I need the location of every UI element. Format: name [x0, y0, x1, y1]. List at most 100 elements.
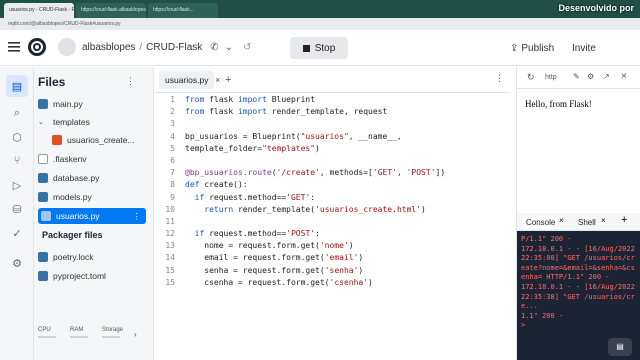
line-number: 1: [170, 95, 175, 104]
tab-console[interactable]: Console: [523, 216, 559, 229]
username-link[interactable]: albasblopes: [82, 42, 135, 53]
file-label: models.py: [53, 192, 92, 202]
menu-icon[interactable]: [8, 41, 20, 53]
close-icon[interactable]: ×: [621, 71, 627, 82]
refresh-icon[interactable]: ↻: [527, 72, 535, 83]
packager-files-title: Packager files: [42, 230, 103, 240]
avatar[interactable]: [58, 38, 76, 56]
file-label: main.py: [53, 99, 83, 109]
close-icon[interactable]: ×: [601, 216, 606, 225]
add-tab-icon[interactable]: +: [621, 214, 627, 226]
chevron-right-icon[interactable]: ›: [134, 330, 137, 339]
code-line[interactable]: 13 nome = request.form.get('nome'): [155, 240, 511, 252]
project-breadcrumb: albasblopes / CRUD-Flask ✆ ⌄ ↺: [82, 42, 251, 53]
invite-button[interactable]: Invite: [572, 37, 596, 59]
code-line[interactable]: 11: [155, 216, 511, 228]
webview-url[interactable]: http: [545, 74, 557, 81]
file-item-poetry-lock[interactable]: poetry.lock: [38, 249, 146, 265]
line-number: 7: [170, 168, 175, 178]
code-line[interactable]: 2 from flask import render_template, requ…: [155, 106, 511, 118]
file-item-usuarios[interactable]: usuarios.py ⋮: [38, 208, 146, 224]
code-line[interactable]: 3: [155, 118, 511, 130]
code-line[interactable]: 5 template_folder="templates"): [155, 143, 511, 155]
close-icon[interactable]: ×: [215, 71, 220, 89]
code-line[interactable]: 1 from flask import Blueprint: [155, 94, 511, 106]
python-icon: [38, 252, 48, 262]
cpu-label: CPU: [38, 327, 51, 333]
add-tab-icon[interactable]: +: [225, 71, 231, 89]
folder-label: templates: [53, 117, 90, 127]
line-number: 3: [170, 119, 175, 129]
edit-icon[interactable]: ✎: [573, 72, 580, 81]
more-options-icon[interactable]: ⋮: [126, 76, 135, 87]
publish-button[interactable]: ⇪ Publish: [510, 37, 554, 59]
search-icon[interactable]: ⌕: [9, 105, 25, 121]
code-editor[interactable]: usuarios.py × + ⋮ 1 from flask import Blu…: [155, 67, 511, 360]
devtools-icon[interactable]: ⚙: [587, 72, 594, 81]
ram-bar: [70, 336, 88, 338]
html-icon: [52, 135, 62, 145]
python-icon: [38, 271, 48, 281]
top-bar: albasblopes / CRUD-Flask ✆ ⌄ ↺ Stop ⇪ Pu…: [0, 30, 640, 66]
history-icon[interactable]: ↺: [243, 42, 251, 53]
python-icon: [38, 99, 48, 109]
tab-shell[interactable]: Shell: [575, 216, 599, 229]
ram-label: RAM: [70, 327, 84, 333]
more-options-icon[interactable]: ⋮: [495, 73, 504, 84]
line-number: 11: [165, 216, 175, 226]
code-line[interactable]: 6: [155, 155, 511, 167]
file-label: usuarios_create...: [67, 135, 135, 145]
folder-item-templates[interactable]: ⌄ templates: [38, 114, 146, 130]
code-line[interactable]: 15 senha = request.form.get('senha'): [155, 265, 511, 277]
browser-tab-bar: usuarios.py - CRUD-Flask - Replit https:…: [0, 0, 640, 18]
code-line[interactable]: 15 csenha = request.form.get('csenha'): [155, 277, 511, 289]
chat-icon[interactable]: ▤: [608, 338, 632, 356]
python-icon: [38, 192, 48, 202]
browser-tab[interactable]: https://crud-flask...: [148, 3, 218, 18]
cpu-bar: [38, 336, 56, 338]
file-item-database[interactable]: database.py: [38, 170, 146, 186]
code-line[interactable]: 9 if request.method=='GET':: [155, 192, 511, 204]
editor-tab[interactable]: usuarios.py: [159, 71, 215, 89]
packages-icon[interactable]: ⬡: [9, 129, 25, 145]
console-output[interactable]: P/1.1" 200 - 172.18.0.1 - - [16/Aug/2022…: [521, 235, 637, 331]
code-line[interactable]: 10 return render_template('usuarios_crea…: [155, 204, 511, 216]
browser-tab[interactable]: https://crud-flask.albasblopes...: [76, 3, 146, 18]
files-icon[interactable]: ▤: [6, 75, 28, 97]
close-icon[interactable]: ×: [559, 216, 564, 225]
replit-logo-icon[interactable]: [28, 38, 46, 56]
python-icon: [41, 211, 51, 221]
code-text: if request.method=='GET':: [194, 192, 316, 202]
file-item-pyproject[interactable]: pyproject.toml: [38, 268, 146, 284]
file-item-flaskenv[interactable]: .flaskenv: [38, 151, 146, 167]
file-item-models[interactable]: models.py: [38, 189, 146, 205]
code-line[interactable]: 7 @bp_usuarios.route('/create', methods=[…: [155, 167, 511, 179]
settings-icon[interactable]: ⚙: [9, 255, 25, 271]
code-lines[interactable]: 1 from flask import Blueprint 2 from flask …: [155, 94, 511, 289]
code-text: if request.method=='POST':: [194, 229, 320, 239]
database-icon[interactable]: ⛁: [9, 201, 25, 217]
git-icon[interactable]: ⑂: [9, 153, 25, 169]
phone-icon[interactable]: ✆: [210, 42, 218, 53]
file-label: database.py: [53, 173, 100, 183]
address-bar[interactable]: replit.com/@albasblopes/CRUD-Flask#usuar…: [0, 18, 640, 30]
file-icon: [38, 154, 48, 164]
code-line[interactable]: 14 email = request.form.get('email'): [155, 252, 511, 264]
file-item-main[interactable]: main.py: [38, 96, 146, 112]
browser-tab[interactable]: usuarios.py - CRUD-Flask - Replit: [4, 3, 74, 18]
code-line[interactable]: 8 def create():: [155, 179, 511, 191]
code-line[interactable]: 4 bp_usuarios = Blueprint("usuarios", __n…: [155, 131, 511, 143]
project-name[interactable]: CRUD-Flask: [146, 42, 202, 53]
invite-label: Invite: [572, 42, 596, 54]
file-item-usuarios-create[interactable]: usuarios_create...: [52, 132, 148, 148]
checklist-icon[interactable]: ✓: [9, 225, 25, 241]
chevron-down-icon[interactable]: ⌄: [225, 42, 233, 53]
debugger-icon[interactable]: ▷: [9, 177, 25, 193]
code-line[interactable]: 12 if request.method=='POST':: [155, 228, 511, 240]
open-new-tab-icon[interactable]: ↗: [603, 72, 610, 81]
stop-label: Stop: [314, 42, 336, 54]
files-panel: Files ⋮ main.py ⌄ templates usuarios_cre…: [34, 67, 154, 360]
more-options-icon[interactable]: ⋮: [133, 211, 142, 222]
line-number: 12: [165, 229, 175, 239]
stop-button[interactable]: Stop: [290, 37, 348, 59]
